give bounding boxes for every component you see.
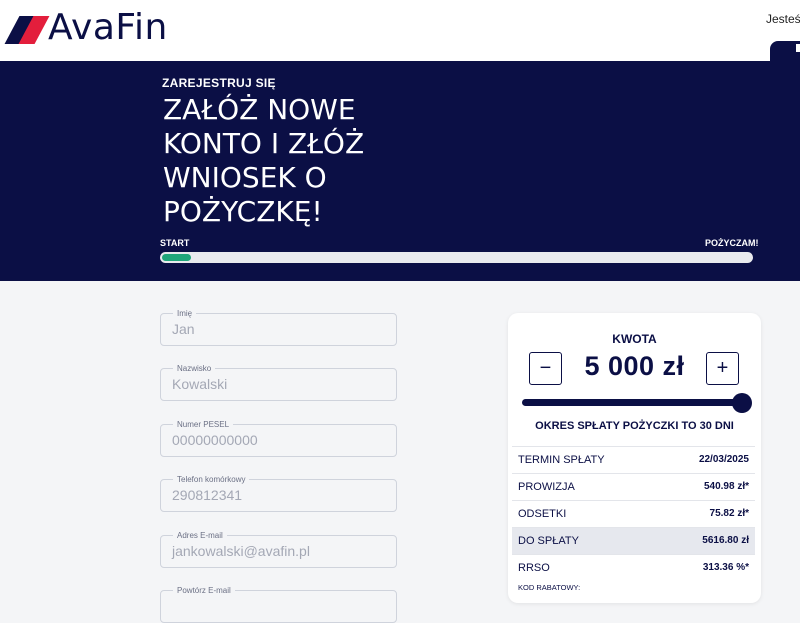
progress-bar-fill xyxy=(162,254,191,261)
loan-calculator-card: KWOTA − 5 000 zł + OKRES SPŁATY POŻYCZKI… xyxy=(508,313,761,603)
summary-key: RRSO xyxy=(518,562,550,574)
loan-amount: 5 000 zł xyxy=(584,351,685,381)
summary-key: ODSETKI xyxy=(518,508,567,520)
summary-key: DO SPŁATY xyxy=(518,535,579,547)
account-menu-tab[interactable] xyxy=(770,41,800,63)
summary-row-rrso: RRSO 313.36 %* xyxy=(512,554,755,581)
amount-label: KWOTA xyxy=(612,332,657,346)
progress-end-label: POŻYCZAM! xyxy=(705,238,759,248)
hero-title: ZAŁÓŻ NOWE KONTO I ZŁÓŻ WNIOSEK O POŻYCZ… xyxy=(163,93,365,228)
last-name-value: Kowalski xyxy=(172,376,228,392)
logo-mark-icon xyxy=(4,10,50,46)
pesel-label: Numer PESEL xyxy=(173,420,234,429)
avafin-logo[interactable]: AvaFin xyxy=(4,7,168,48)
summary-value: 75.82 zł* xyxy=(709,508,749,519)
summary-row-interest: ODSETKI 75.82 zł* xyxy=(512,500,755,527)
summary-value: 22/03/2025 xyxy=(698,454,749,465)
progress-start-label: START xyxy=(160,238,190,248)
phone-label: Telefon komórkowy xyxy=(173,475,250,484)
email-value: jankowalski@avafin.pl xyxy=(172,543,310,559)
amount-slider-track[interactable] xyxy=(522,399,742,406)
last-name-label: Nazwisko xyxy=(173,364,216,373)
first-name-value: Jan xyxy=(172,321,195,337)
account-status-text: Jesteś xyxy=(766,12,800,26)
top-bar: AvaFin Jesteś xyxy=(0,0,800,63)
email-label: Adres E-mail xyxy=(173,531,227,540)
pesel-value: 00000000000 xyxy=(172,432,258,448)
summary-key: PROWIZJA xyxy=(518,481,575,493)
progress-bar xyxy=(160,252,753,263)
increase-amount-button[interactable]: + xyxy=(706,352,739,385)
summary-row-due-date: TERMIN SPŁATY 22/03/2025 xyxy=(512,446,755,473)
summary-row-total: DO SPŁATY 5616.80 zł xyxy=(512,527,755,554)
loan-summary-table: TERMIN SPŁATY 22/03/2025 PROWIZJA 540.98… xyxy=(512,446,755,581)
decrease-amount-button[interactable]: − xyxy=(529,352,562,385)
summary-value: 313.36 %* xyxy=(702,562,749,573)
summary-row-fee: PROWIZJA 540.98 zł* xyxy=(512,473,755,500)
coupon-code-label: KOD RABATOWY: xyxy=(518,583,581,592)
summary-key: TERMIN SPŁATY xyxy=(518,454,605,466)
repayment-period: OKRES SPŁATY POŻYCZKI TO 30 DNI xyxy=(535,420,734,432)
amount-slider-handle[interactable] xyxy=(732,393,752,413)
first-name-label: Imię xyxy=(173,309,197,318)
hero-subtitle: ZAREJESTRUJ SIĘ xyxy=(162,76,276,90)
hero-banner: ZAREJESTRUJ SIĘ ZAŁÓŻ NOWE KONTO I ZŁÓŻ … xyxy=(0,63,800,281)
logo-text: AvaFin xyxy=(48,7,168,48)
summary-value: 540.98 zł* xyxy=(703,481,749,492)
summary-value: 5616.80 zł xyxy=(702,535,749,546)
phone-value: 290812341 xyxy=(172,487,243,503)
